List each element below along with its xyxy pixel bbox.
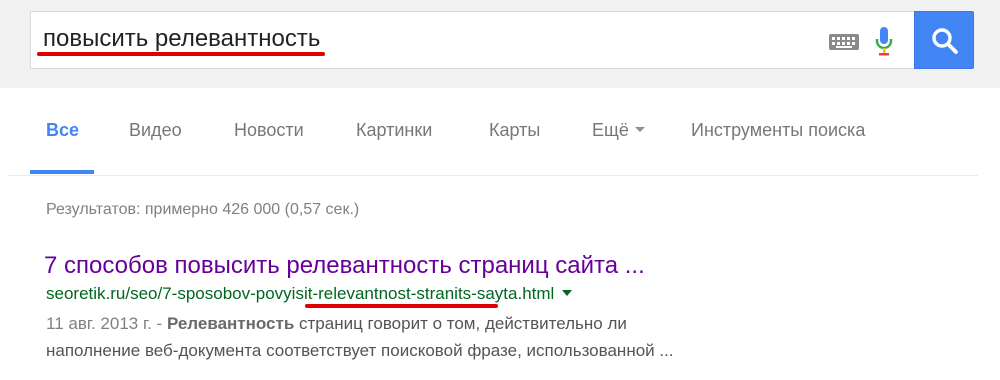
result-url: seoretik.ru/seo/7-sposobov-povyisit-rele… [46, 283, 573, 305]
tab-maps[interactable]: Карты [489, 120, 540, 141]
active-tab-indicator [30, 170, 94, 174]
result-title-link[interactable]: 7 способов повысить релевантность страни… [44, 251, 645, 281]
snippet-line1: страниц говорит о том, действительно ли [294, 314, 627, 333]
result-snippet: 11 авг. 2013 г. - Релевантность страниц … [46, 310, 806, 364]
tab-images[interactable]: Картинки [356, 120, 432, 141]
results-stats: Результатов: примерно 426 000 (0,57 сек.… [46, 201, 360, 218]
tab-search-tools[interactable]: Инструменты поиска [691, 120, 865, 141]
tab-more-label: Ещё [592, 120, 629, 140]
keyboard-icon[interactable] [829, 32, 859, 52]
microphone-icon[interactable] [874, 25, 894, 57]
url-highlight-underline [305, 304, 498, 308]
tab-video[interactable]: Видео [129, 120, 182, 141]
search-query-text[interactable]: повысить релевантность [43, 24, 320, 54]
search-icon [932, 28, 958, 54]
search-button[interactable] [914, 11, 974, 69]
result-date: 11 авг. 2013 г. - [46, 314, 167, 333]
search-header: повысить релевантность [0, 0, 1000, 88]
search-tabs: Все Видео Новости Картинки Карты Ещё Инс… [0, 110, 1000, 174]
snippet-bold-term: Релевантность [166, 314, 295, 333]
divider [8, 175, 978, 176]
tab-more[interactable]: Ещё [592, 120, 645, 141]
result-url-text: seoretik.ru/seo/7-sposobov-povyisit-rele… [46, 284, 555, 303]
tab-news[interactable]: Новости [234, 120, 304, 141]
tab-all[interactable]: Все [46, 120, 79, 141]
url-menu-caret-icon[interactable] [562, 289, 573, 296]
search-input[interactable]: повысить релевантность [30, 11, 914, 69]
chevron-down-icon [634, 126, 645, 132]
snippet-line2: наполнение веб-документа соответствует п… [46, 341, 674, 360]
query-highlight-underline [37, 52, 325, 56]
